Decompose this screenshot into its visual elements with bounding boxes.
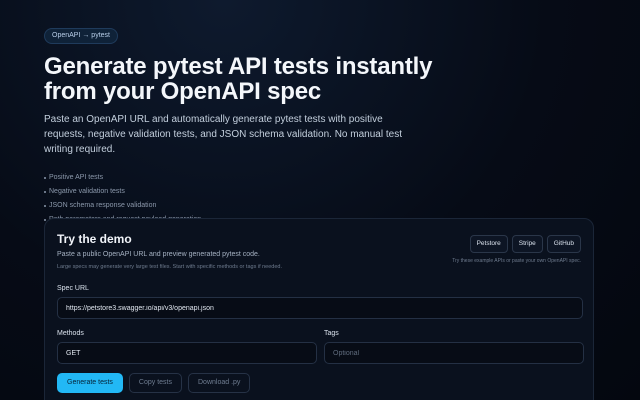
copy-tests-button[interactable]: Copy tests [128, 373, 182, 393]
bullet-icon [44, 177, 46, 179]
feature-item: JSON schema response validation [44, 199, 604, 213]
page-title-line-1: Generate pytest API tests instantly [44, 53, 433, 80]
page-title-line-2: from your OpenAPI spec [44, 78, 321, 105]
product-badge: OpenAPI → pytest [44, 28, 118, 44]
example-button-group: Petstore Stripe GitHub [452, 235, 581, 253]
feature-item: Negative validation tests [44, 185, 604, 199]
feature-label: JSON schema response validation [49, 202, 157, 209]
generate-tests-button[interactable]: Generate tests [57, 373, 123, 393]
tags-input[interactable] [324, 342, 584, 364]
example-petstore-button[interactable]: Petstore [469, 235, 508, 253]
demo-header: Try the demo Paste a public OpenAPI URL … [57, 232, 282, 271]
example-hint: Try these example APIs or paste your own… [452, 258, 581, 264]
demo-card: Try the demo Paste a public OpenAPI URL … [44, 218, 594, 400]
demo-description: Paste a public OpenAPI URL and preview g… [57, 251, 260, 258]
methods-input[interactable] [57, 342, 317, 364]
bullet-icon [44, 205, 46, 207]
feature-label: Negative validation tests [49, 188, 125, 195]
download-py-button[interactable]: Download .py [188, 373, 251, 393]
example-github-button[interactable]: GitHub [546, 235, 581, 253]
demo-title: Try the demo [57, 232, 132, 246]
example-stripe-button[interactable]: Stripe [511, 235, 543, 253]
feature-label: Positive API tests [49, 174, 104, 181]
example-apis: Petstore Stripe GitHub Try these example… [452, 235, 581, 265]
spec-url-input[interactable] [57, 297, 583, 319]
tags-label: Tags [324, 330, 339, 337]
feature-item: Positive API tests [44, 171, 604, 185]
bullet-icon [44, 191, 46, 193]
page-title: Generate pytest API tests instantly from… [44, 54, 604, 104]
hero-section: OpenAPI → pytest Generate pytest API tes… [44, 24, 604, 227]
action-bar: Generate tests Copy tests Download .py [57, 373, 251, 393]
spec-url-label: Spec URL [57, 285, 89, 292]
page-subtitle: Paste an OpenAPI URL and automatically g… [44, 114, 402, 155]
methods-label: Methods [57, 330, 84, 337]
demo-note: Large specs may generate very large test… [57, 264, 283, 270]
